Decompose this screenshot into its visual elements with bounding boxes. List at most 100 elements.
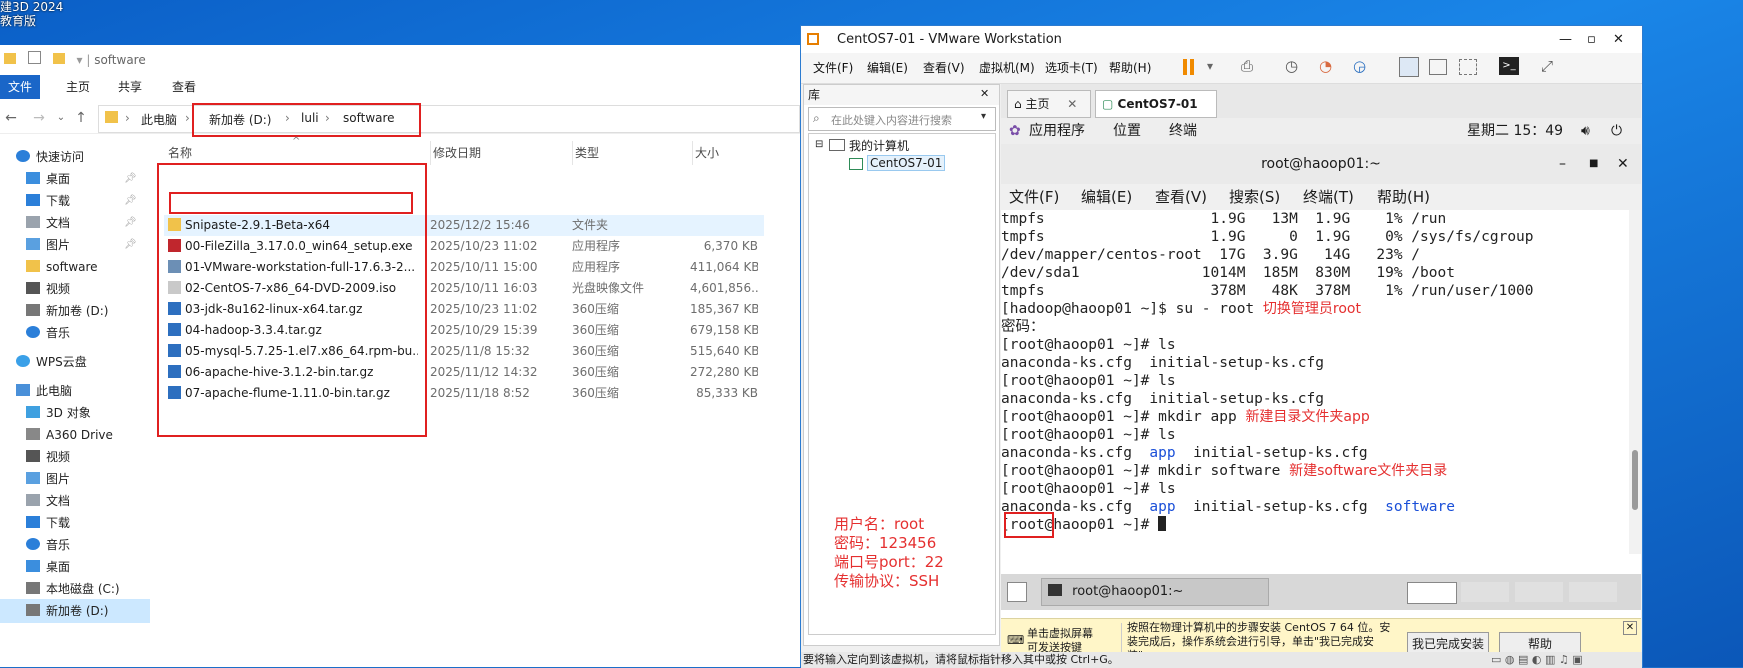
send-keys-icon[interactable]: ⎙ (1241, 57, 1253, 75)
sidebar-item[interactable]: 3D 对象 (0, 401, 150, 425)
dropdown-icon[interactable]: ▾ (1207, 59, 1213, 73)
sidebar-item[interactable]: 快速访问 (0, 145, 150, 169)
console-view-icon[interactable]: >_ (1499, 57, 1519, 75)
snapshot-icon[interactable]: ◷ (1285, 57, 1298, 75)
column-header-date[interactable]: 修改日期 (430, 141, 481, 165)
library-toggle-icon[interactable] (1399, 57, 1419, 77)
tab-home[interactable]: ⌂ 主页 ✕ (1007, 90, 1091, 118)
ribbon-tab-share[interactable]: 共享 (110, 75, 150, 99)
menu-file[interactable]: 文件(F) (813, 59, 853, 76)
sidebar-item[interactable]: 图片 📌︎ (0, 233, 150, 257)
close-icon[interactable]: ✕ (1613, 26, 1624, 53)
ribbon-tab-file[interactable]: 文件 (0, 75, 40, 99)
menu-view[interactable]: 查看(V) (923, 59, 965, 76)
term-menu-terminal[interactable]: 终端(T) (1303, 184, 1354, 210)
up-arrow-icon[interactable]: ↑ (72, 107, 90, 129)
sidebar-item[interactable]: 下载 📌︎ (0, 189, 150, 213)
sidebar-item[interactable]: 文档 (0, 489, 150, 513)
sidebar-item[interactable]: software (0, 255, 150, 279)
ribbon-tab-view[interactable]: 查看 (164, 75, 204, 99)
sidebar-item[interactable]: 音乐 (0, 321, 150, 345)
column-header-type[interactable]: 类型 (572, 141, 599, 165)
pause-icon[interactable] (1183, 59, 1187, 75)
pin-icon[interactable]: 📌︎ (124, 189, 137, 213)
sidebar-item[interactable]: 视频 (0, 445, 150, 469)
maximize-icon[interactable]: ■ (1589, 144, 1598, 184)
terminal-scrollbar[interactable] (1629, 210, 1641, 554)
close-icon[interactable]: ✕ (980, 87, 989, 100)
column-header-name[interactable]: 名称 (168, 141, 192, 165)
menu-edit[interactable]: 编辑(E) (867, 59, 908, 76)
workspace-1[interactable] (1407, 582, 1457, 604)
power-icon[interactable]: ⏻ (1611, 118, 1622, 144)
forward-arrow-icon[interactable]: → (30, 107, 48, 129)
recent-chevron-icon[interactable]: ⌄ (52, 107, 70, 129)
sidebar-item[interactable]: 音乐 (0, 533, 150, 557)
file-size: 679,158 KB (690, 323, 758, 337)
workspace-4[interactable] (1569, 582, 1617, 602)
device-icons[interactable]: ▭ ◍ ▤ ◐ ▥ ♫ ▣ (1491, 652, 1583, 668)
chevron-down-icon[interactable]: ▾ (981, 111, 986, 122)
gnome-foot-icon: ✿ (1009, 123, 1021, 139)
close-icon[interactable]: ✕ (1623, 621, 1637, 635)
menu-tabs[interactable]: 选项卡(T) (1045, 59, 1098, 76)
taskbar-terminal-item[interactable]: root@haoop01:~ (1041, 578, 1269, 606)
sidebar-item[interactable]: 新加卷 (D:) (0, 599, 150, 623)
sidebar-item[interactable]: 桌面 (0, 555, 150, 579)
tab-centos7-01[interactable]: ▢ CentOS7-01 ✕ (1095, 90, 1217, 137)
computer-icon (16, 384, 30, 396)
term-menu-help[interactable]: 帮助(H) (1377, 184, 1430, 210)
sidebar-item[interactable]: WPS云盘 (0, 350, 150, 374)
pin-icon[interactable]: 📌︎ (124, 167, 137, 191)
new-folder-icon[interactable] (52, 53, 65, 64)
full-screen-icon[interactable] (1459, 59, 1477, 75)
pin-icon[interactable]: 📌︎ (124, 233, 137, 257)
close-icon[interactable]: ✕ (1617, 144, 1629, 184)
menu-vm[interactable]: 虚拟机(M) (979, 59, 1035, 76)
checkbox-icon[interactable] (27, 51, 41, 64)
term-menu-view[interactable]: 查看(V) (1155, 184, 1207, 210)
sidebar-item[interactable]: 本地磁盘 (C:) (0, 577, 150, 601)
pin-icon[interactable]: 📌︎ (124, 211, 137, 235)
menu-help[interactable]: 帮助(H) (1109, 59, 1151, 76)
collapse-icon[interactable]: ⊟ (815, 139, 823, 150)
term-menu-file[interactable]: 文件(F) (1009, 184, 1059, 210)
terminal-output[interactable]: tmpfs 1.9G 13M 1.9G 1% /run tmpfs 1.9G 0 … (1001, 210, 1629, 554)
sidebar-item[interactable]: 图片 (0, 467, 150, 491)
workspace-3[interactable] (1515, 582, 1563, 602)
gnome-clock[interactable]: 星期二 15：49 (1467, 118, 1563, 144)
show-desktop-icon[interactable] (1007, 582, 1027, 602)
column-header-size[interactable]: 大小 (692, 141, 719, 165)
folder-icon[interactable] (4, 53, 16, 64)
close-icon[interactable]: ✕ (1067, 97, 1077, 111)
tree-centos7-01[interactable]: CentOS7-01 (867, 155, 946, 171)
breadcrumb-this-pc[interactable]: 此电脑 (141, 111, 177, 128)
workspace-2[interactable] (1461, 582, 1509, 602)
term-menu-search[interactable]: 搜索(S) (1229, 184, 1280, 210)
minimize-icon[interactable]: – (1559, 144, 1566, 184)
sidebar-item[interactable]: 文档 📌︎ (0, 211, 150, 235)
stretch-icon[interactable]: ⤢ (1541, 57, 1553, 75)
gnome-places[interactable]: 位置 (1113, 118, 1141, 144)
back-arrow-icon[interactable]: ← (2, 107, 20, 129)
revert-snapshot-icon[interactable]: ◔ (1319, 57, 1332, 75)
tree-my-computer[interactable]: 我的计算机 (849, 137, 909, 154)
snapshot-manager-icon[interactable]: ◶ (1353, 57, 1366, 75)
sidebar-item[interactable]: 此电脑 (0, 379, 150, 403)
sidebar-item[interactable]: 视频 (0, 277, 150, 301)
sidebar-item-label: 下载 (46, 194, 71, 208)
ribbon-tab-home[interactable]: 主页 (58, 75, 98, 99)
sidebar-item[interactable]: 桌面 📌︎ (0, 167, 150, 191)
gnome-applications[interactable]: 应用程序 (1029, 118, 1085, 144)
sidebar-item[interactable]: 新加卷 (D:) (0, 299, 150, 323)
gnome-terminal-menu[interactable]: 终端 (1169, 118, 1197, 144)
thumbnail-icon[interactable] (1429, 59, 1447, 75)
window-path-title: software (94, 53, 146, 67)
sidebar-item[interactable]: 下载 (0, 511, 150, 535)
term-menu-edit[interactable]: 编辑(E) (1081, 184, 1132, 210)
sidebar-item[interactable]: A360 Drive (0, 423, 150, 447)
volume-icon[interactable]: 🔊︎ (1581, 118, 1590, 144)
maximize-icon[interactable]: ▫ (1587, 26, 1596, 53)
minimize-icon[interactable]: — (1559, 26, 1572, 53)
library-search[interactable]: ⌕ 在此处键入内容进行搜索 ▾ (808, 107, 996, 131)
